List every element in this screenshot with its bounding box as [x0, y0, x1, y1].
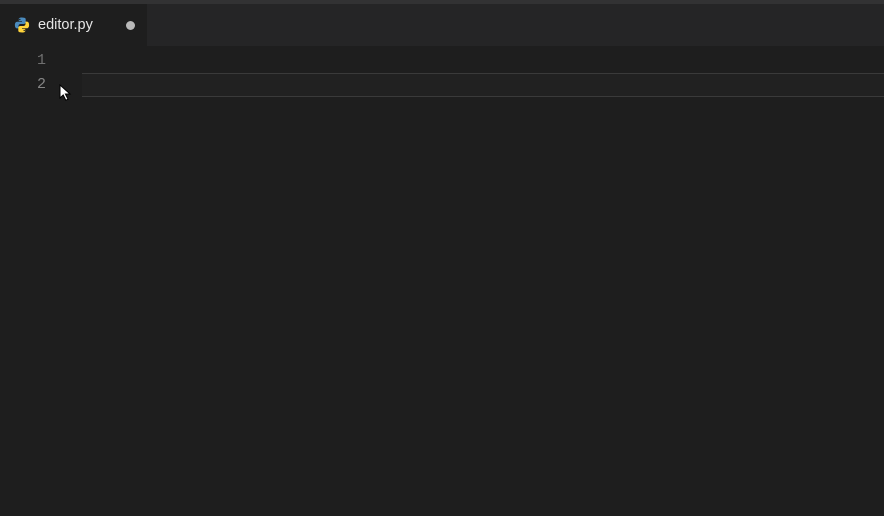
line-number: 2 [0, 73, 62, 97]
tab-bar: editor.py [0, 4, 884, 46]
tab-filename: editor.py [38, 17, 118, 33]
line-number-gutter: 1 2 [0, 46, 62, 516]
code-content[interactable] [62, 46, 884, 516]
code-line[interactable] [62, 73, 884, 97]
unsaved-dot-icon[interactable] [126, 21, 135, 30]
file-tab[interactable]: editor.py [0, 4, 148, 46]
code-line[interactable] [62, 49, 884, 73]
line-number: 1 [0, 49, 62, 73]
python-icon [14, 17, 30, 33]
editor-area[interactable]: 1 2 [0, 46, 884, 516]
